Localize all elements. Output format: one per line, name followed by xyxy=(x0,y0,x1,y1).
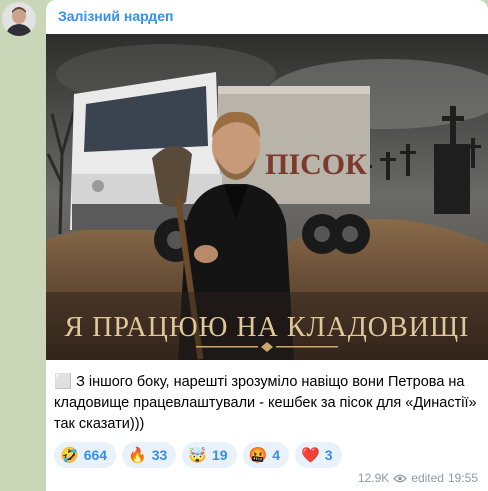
reaction-mind-blown[interactable]: 🤯 19 xyxy=(182,442,237,468)
eye-icon xyxy=(393,474,408,482)
view-count: 12.9K xyxy=(357,471,390,485)
reaction-count: 4 xyxy=(272,447,281,463)
reaction-cursing[interactable]: 🤬 4 xyxy=(242,442,290,468)
reaction-rofl[interactable]: 🤣 664 xyxy=(54,442,117,468)
mind-blown-emoji-icon: 🤯 xyxy=(188,446,207,464)
message-bubble: Залізний нардеп ПІСОК Я ПРАЦЮЮ НА КЛАДОВ… xyxy=(46,0,488,491)
reaction-heart[interactable]: ❤️ 3 xyxy=(295,442,342,468)
reaction-bar: 🤣 664 🔥 33 🤯 19 🤬 4 ❤️ 3 xyxy=(54,442,342,468)
reaction-fire[interactable]: 🔥 33 xyxy=(122,442,177,468)
image-headline: Я ПРАЦЮЮ НА КЛАДОВИЩІ xyxy=(64,312,469,343)
reaction-count: 33 xyxy=(151,447,168,463)
fire-emoji-icon: 🔥 xyxy=(128,446,147,464)
message-meta: 12.9K edited 19:55 xyxy=(358,471,478,485)
reaction-count: 19 xyxy=(212,447,228,463)
channel-name[interactable]: Залізний нардеп xyxy=(58,8,173,24)
message-time: 19:55 xyxy=(447,471,478,485)
reaction-count: 3 xyxy=(324,447,333,463)
channel-avatar[interactable] xyxy=(2,2,36,36)
truck-label: ПІСОК xyxy=(265,148,367,181)
post-photo[interactable]: ПІСОК Я ПРАЦЮЮ НА КЛАДОВИЩІ xyxy=(46,34,488,360)
rofl-emoji-icon: 🤣 xyxy=(60,446,79,464)
post-caption: ⬜ З іншого боку, нарешті зрозуміло навіщ… xyxy=(54,374,477,432)
heart-emoji-icon: ❤️ xyxy=(301,446,320,464)
edited-label: edited xyxy=(411,471,444,485)
cursing-emoji-icon: 🤬 xyxy=(248,446,268,464)
reaction-count: 664 xyxy=(83,447,108,463)
